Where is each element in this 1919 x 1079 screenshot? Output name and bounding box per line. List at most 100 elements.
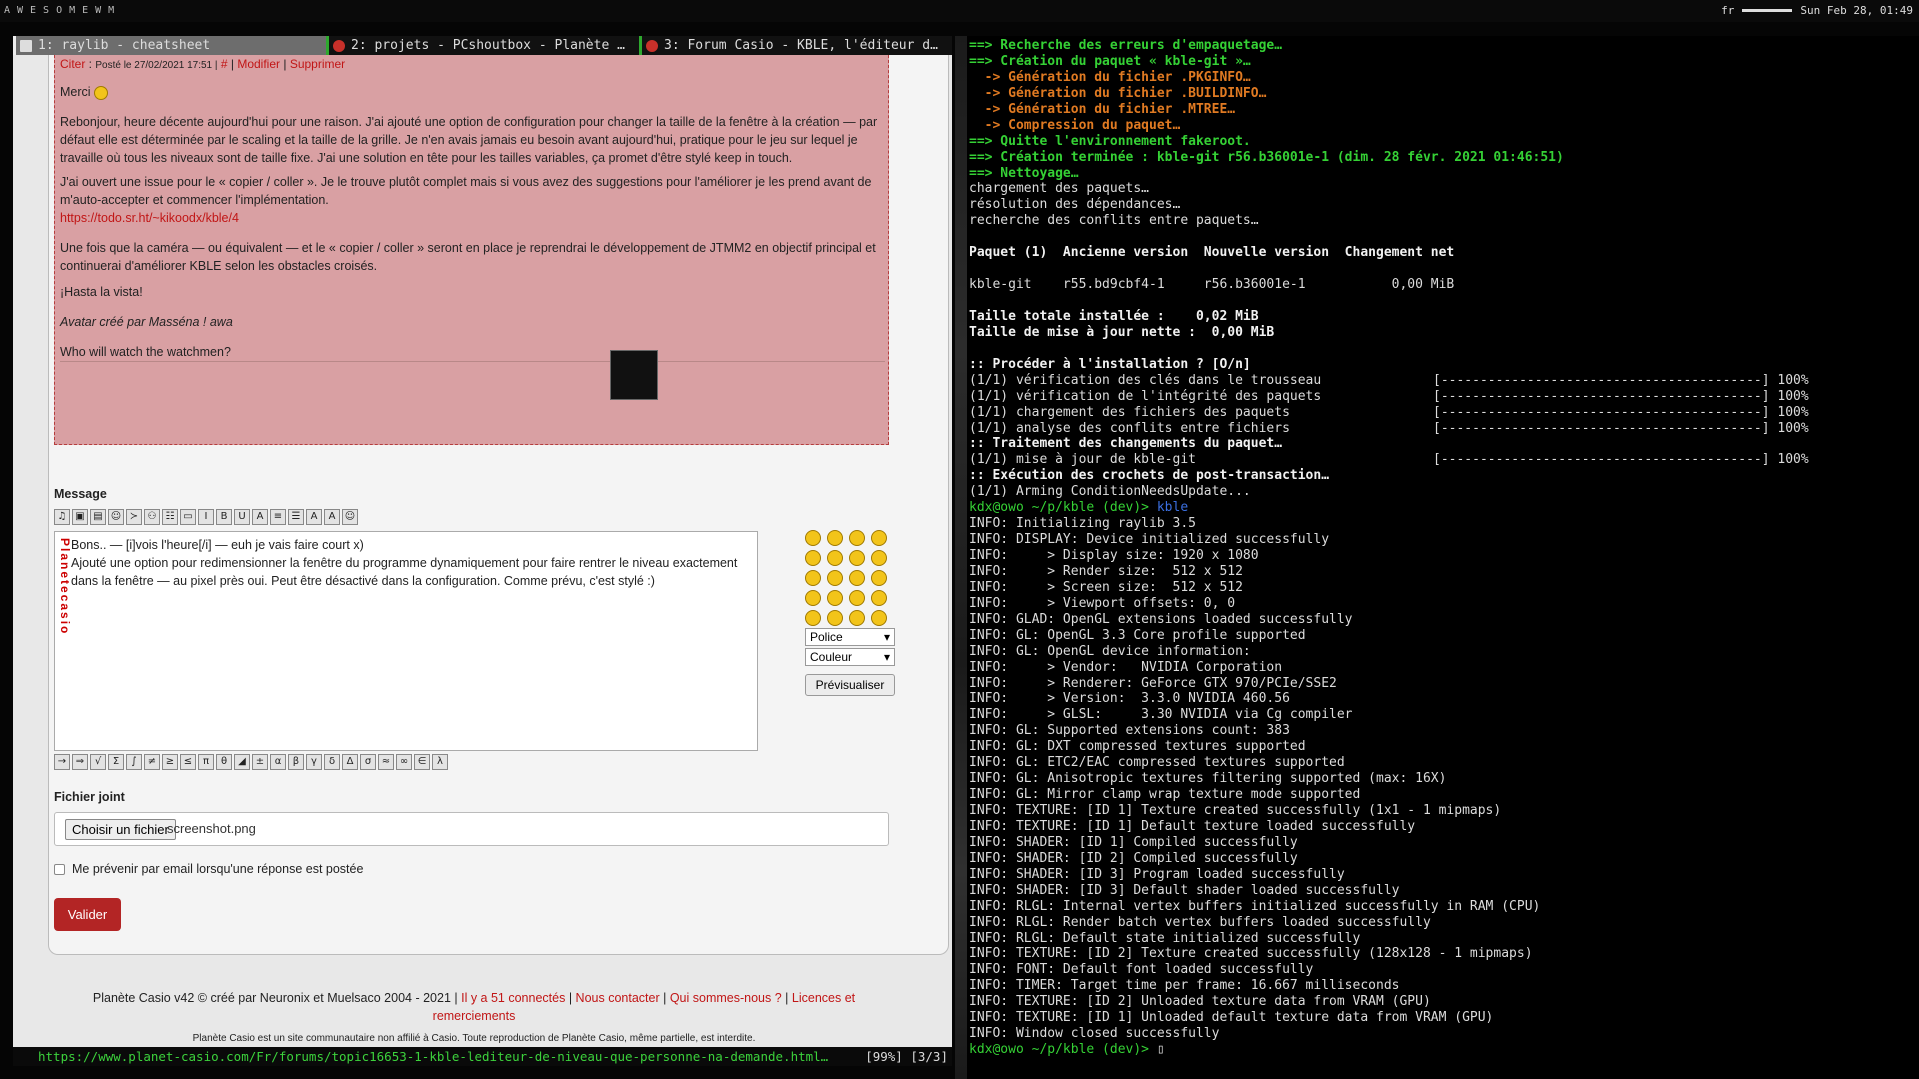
- smiley-icon[interactable]: [805, 550, 821, 566]
- tab-pcshoutbox[interactable]: 2: projets - PCshoutbox - Planète …: [326, 36, 639, 55]
- tab-raylib-cheatsheet[interactable]: 1: raylib - cheatsheet: [13, 36, 326, 55]
- cite-link[interactable]: Citer: [60, 57, 85, 71]
- format-button[interactable]: ≡: [270, 509, 286, 525]
- symbol-button[interactable]: ≥: [162, 754, 178, 770]
- format-button[interactable]: B: [216, 509, 232, 525]
- terminal-line-text: ==> Nettoyage…: [969, 165, 1079, 181]
- symbol-button[interactable]: ∞: [396, 754, 412, 770]
- terminal-line: Taille de mise à jour nette : 0,00 MiB: [969, 325, 1564, 341]
- smiley-icon[interactable]: [827, 530, 843, 546]
- terminal-line: INFO: TEXTURE: [ID 1] Default texture lo…: [969, 819, 1564, 835]
- smiley-icon[interactable]: [849, 530, 865, 546]
- format-button[interactable]: ☺: [108, 509, 124, 525]
- terminal-line: (1/1) mise à jour de kble-git [----------…: [969, 452, 1809, 468]
- terminal-line-text: INFO: > Vendor: NVIDIA Corporation: [969, 659, 1283, 675]
- symbol-button[interactable]: √: [90, 754, 106, 770]
- notify-option[interactable]: Me prévenir par email lorsqu'une réponse…: [54, 862, 363, 876]
- post-paragraph-2: J'ai ouvert une issue pour le « copier /…: [60, 175, 872, 207]
- font-select[interactable]: Police: [805, 628, 895, 646]
- smiley-icon[interactable]: [827, 590, 843, 606]
- format-button[interactable]: A: [306, 509, 322, 525]
- terminal-line-text: INFO: RLGL: Internal vertex buffers init…: [969, 898, 1541, 914]
- terminal-window[interactable]: ==> Recherche des erreurs d'empaquetage……: [955, 36, 1919, 1079]
- color-select[interactable]: Couleur: [805, 648, 895, 666]
- terminal-line: INFO: RLGL: Render batch vertex buffers …: [969, 915, 1564, 931]
- format-button[interactable]: ♫: [54, 509, 70, 525]
- preview-button[interactable]: Prévisualiser: [805, 674, 895, 696]
- symbol-button[interactable]: ◢: [234, 754, 250, 770]
- symbol-button[interactable]: →: [54, 754, 70, 770]
- about-link[interactable]: Qui sommes-nous ?: [670, 991, 782, 1005]
- format-button[interactable]: ▣: [72, 509, 88, 525]
- symbol-button[interactable]: Δ: [342, 754, 358, 770]
- contact-link[interactable]: Nous contacter: [576, 991, 660, 1005]
- browser-status-bar: https://www.planet-casio.com/Fr/forums/t…: [13, 1047, 952, 1066]
- symbol-button[interactable]: ≤: [180, 754, 196, 770]
- format-button[interactable]: U: [234, 509, 250, 525]
- smiley-icon[interactable]: [849, 550, 865, 566]
- connected-link[interactable]: Il y a 51 connectés: [461, 991, 565, 1005]
- format-button[interactable]: A: [252, 509, 268, 525]
- smiley-icon[interactable]: [849, 590, 865, 606]
- smiley-icon[interactable]: [827, 610, 843, 626]
- message-textarea[interactable]: Planetecasio Bons.. — [i]vois l'heure[/i…: [54, 531, 758, 751]
- symbol-button[interactable]: σ: [360, 754, 376, 770]
- notify-checkbox[interactable]: [54, 863, 65, 875]
- terminal-line-text: INFO: TEXTURE: [ID 1] Texture created su…: [969, 803, 1502, 818]
- symbol-button[interactable]: ∈: [414, 754, 430, 770]
- format-button[interactable]: ☰: [288, 509, 304, 525]
- terminal-line: INFO: TEXTURE: [ID 1] Unloaded default t…: [969, 1010, 1564, 1026]
- format-button[interactable]: ≻: [126, 509, 142, 525]
- terminal-line-text: ==> Création du paquet « kble-git »…: [969, 53, 1251, 69]
- signature-avatar-credit: Avatar créé par Masséna ! awa: [60, 315, 233, 329]
- smiley-icon[interactable]: [849, 610, 865, 626]
- format-button[interactable]: I: [198, 509, 214, 525]
- symbol-button[interactable]: θ: [216, 754, 232, 770]
- tab-forum-casio[interactable]: 3: Forum Casio - KBLE, l'éditeur d…: [639, 36, 952, 55]
- smiley-icon[interactable]: [871, 590, 887, 606]
- terminal-line: INFO: Initializing raylib 3.5: [969, 516, 1564, 532]
- symbol-button[interactable]: β: [288, 754, 304, 770]
- terminal-line-text: INFO: TEXTURE: [ID 1] Unloaded default t…: [969, 1010, 1494, 1026]
- submit-button[interactable]: Valider: [54, 898, 121, 931]
- anchor-link[interactable]: #: [221, 57, 228, 71]
- format-button[interactable]: ▭: [180, 509, 196, 525]
- terminal-line-text: Paquet (1) Ancienne version Nouvelle ver…: [969, 245, 1455, 261]
- smiley-icon[interactable]: [827, 550, 843, 566]
- modify-link[interactable]: Modifier: [237, 57, 280, 71]
- format-button[interactable]: ☺: [342, 509, 358, 525]
- smiley-icon[interactable]: [871, 570, 887, 586]
- symbol-button[interactable]: ⇒: [72, 754, 88, 770]
- symbol-button[interactable]: ≠: [144, 754, 160, 770]
- smiley-icon[interactable]: [871, 530, 887, 546]
- format-button[interactable]: A: [324, 509, 340, 525]
- format-button[interactable]: ☷: [162, 509, 178, 525]
- smiley-icon[interactable]: [849, 570, 865, 586]
- symbol-button[interactable]: ∫: [126, 754, 142, 770]
- smiley-icon[interactable]: [805, 610, 821, 626]
- symbol-button[interactable]: ≈: [378, 754, 394, 770]
- symbol-button[interactable]: λ: [432, 754, 448, 770]
- smiley-icon[interactable]: [827, 570, 843, 586]
- delete-link[interactable]: Supprimer: [290, 57, 345, 71]
- volume-bar-icon[interactable]: [1742, 9, 1793, 12]
- format-button[interactable]: ▤: [90, 509, 106, 525]
- file-input: Choisir un fichier screenshot.png: [54, 812, 889, 846]
- format-button[interactable]: ⚇: [144, 509, 160, 525]
- symbol-button[interactable]: ±: [252, 754, 268, 770]
- symbol-button[interactable]: α: [270, 754, 286, 770]
- smiley-icon[interactable]: [871, 610, 887, 626]
- smiley-icon[interactable]: [871, 550, 887, 566]
- smiley-icon[interactable]: [805, 590, 821, 606]
- smiley-icon[interactable]: [805, 570, 821, 586]
- symbol-button[interactable]: π: [198, 754, 214, 770]
- symbol-button[interactable]: γ: [306, 754, 322, 770]
- terminal-line-text: ==> Quitte l'environnement fakeroot.: [969, 133, 1251, 149]
- issue-link[interactable]: https://todo.sr.ht/~kikoodx/kble/4: [60, 211, 239, 225]
- terminal-line-text: INFO: GL: ETC2/EAC compressed textures s…: [969, 755, 1345, 771]
- keyboard-layout[interactable]: fr: [1721, 4, 1734, 17]
- smiley-icon[interactable]: [805, 530, 821, 546]
- symbol-button[interactable]: δ: [324, 754, 340, 770]
- choose-file-button[interactable]: Choisir un fichier: [65, 819, 176, 840]
- symbol-button[interactable]: Σ: [108, 754, 124, 770]
